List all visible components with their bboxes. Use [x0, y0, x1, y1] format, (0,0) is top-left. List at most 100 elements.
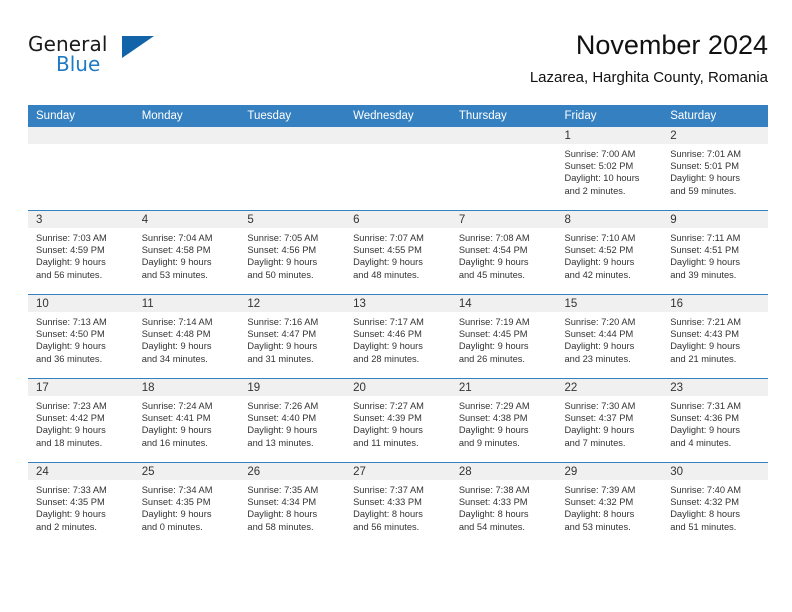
day-details: Sunrise: 7:34 AM Sunset: 4:35 PM Daylight:… [134, 480, 240, 533]
day-detail-daylight2: and 2 minutes. [564, 185, 626, 196]
weekday-header-row: Sunday Monday Tuesday Wednesday Thursday… [28, 105, 768, 127]
calendar-day-cell[interactable]: 9 Sunrise: 7:11 AM Sunset: 4:51 PM Daylight… [662, 210, 768, 295]
day-details: Sunrise: 7:17 AM Sunset: 4:46 PM Daylight:… [345, 312, 451, 365]
day-number: 28 [450, 463, 557, 480]
day-number: 10 [28, 295, 134, 312]
calendar-day-cell[interactable]: 4 Sunrise: 7:04 AM Sunset: 4:58 PM Daylight… [133, 210, 240, 295]
day-detail-daylight1: Daylight: 8 hours [670, 509, 740, 520]
day-detail-daylight1: Daylight: 9 hours [141, 425, 212, 436]
day-detail-sunrise: Sunrise: 7:07 AM [353, 233, 424, 243]
calendar-day-cell[interactable]: 6 Sunrise: 7:07 AM Sunset: 4:55 PM Daylight… [345, 210, 451, 295]
calendar-day-cell[interactable]: 23 Sunrise: 7:31 AM Sunset: 4:36 PM Dayligh… [662, 378, 768, 463]
day-number: 18 [133, 379, 240, 396]
day-number: 19 [239, 379, 346, 396]
day-details: Sunrise: 7:40 AM Sunset: 4:32 PM Daylight:… [662, 480, 768, 533]
calendar-week-row: 3 Sunrise: 7:03 AM Sunset: 4:59 PM Daylight… [28, 210, 768, 295]
day-detail-daylight1: Daylight: 9 hours [247, 341, 318, 352]
day-detail-sunrise: Sunrise: 7:30 AM [564, 401, 636, 411]
day-detail-sunrise: Sunrise: 7:11 AM [670, 233, 741, 243]
brand-name-blue: Blue [56, 52, 101, 76]
calendar-day-cell[interactable]: 13 Sunrise: 7:17 AM Sunset: 4:46 PM Dayligh… [345, 294, 451, 379]
day-detail-daylight2: and 50 minutes. [247, 269, 314, 280]
calendar-day-cell[interactable]: 12 Sunrise: 7:16 AM Sunset: 4:47 PM Dayligh… [239, 294, 346, 379]
day-detail-sunset: Sunset: 5:01 PM [670, 161, 739, 172]
calendar-day-cell[interactable]: 14 Sunrise: 7:19 AM Sunset: 4:45 PM Dayligh… [450, 294, 557, 379]
day-details: Sunrise: 7:30 AM Sunset: 4:37 PM Daylight:… [557, 396, 663, 449]
calendar-day-cell[interactable]: 19 Sunrise: 7:26 AM Sunset: 4:40 PM Dayligh… [239, 378, 346, 463]
calendar-day-cell[interactable]: 11 Sunrise: 7:14 AM Sunset: 4:48 PM Dayligh… [133, 294, 240, 379]
day-detail-daylight2: and 9 minutes. [458, 437, 520, 448]
calendar-day-cell[interactable]: 5 Sunrise: 7:05 AM Sunset: 4:56 PM Daylight… [239, 210, 346, 295]
day-detail-daylight2: and 51 minutes. [670, 521, 737, 532]
day-detail-daylight1: Daylight: 9 hours [458, 425, 529, 436]
day-detail-sunset: Sunset: 4:47 PM [247, 329, 317, 340]
day-detail-sunrise: Sunrise: 7:33 AM [36, 485, 107, 495]
calendar-day-cell[interactable]: 8 Sunrise: 7:10 AM Sunset: 4:52 PM Daylight… [556, 210, 663, 295]
calendar-day-cell[interactable]: 27 Sunrise: 7:37 AM Sunset: 4:33 PM Dayligh… [345, 462, 451, 546]
day-detail-sunrise: Sunrise: 7:10 AM [564, 233, 636, 243]
calendar-day-cell[interactable]: 26 Sunrise: 7:35 AM Sunset: 4:34 PM Dayligh… [239, 462, 346, 546]
day-details: Sunrise: 7:10 AM Sunset: 4:52 PM Daylight:… [557, 228, 663, 281]
day-details: Sunrise: 7:00 AM Sunset: 5:02 PM Daylight:… [557, 144, 663, 197]
day-details: Sunrise: 7:01 AM Sunset: 5:01 PM Daylight:… [662, 144, 768, 197]
day-detail-daylight1: Daylight: 9 hours [141, 341, 212, 352]
day-number: 29 [556, 463, 663, 480]
calendar-day-cell[interactable]: 22 Sunrise: 7:30 AM Sunset: 4:37 PM Dayligh… [556, 378, 663, 463]
calendar-day-cell[interactable]: 15 Sunrise: 7:20 AM Sunset: 4:44 PM Dayligh… [556, 294, 663, 379]
day-detail-sunrise: Sunrise: 7:27 AM [353, 401, 424, 411]
calendar-day-cell[interactable]: 24 Sunrise: 7:33 AM Sunset: 4:35 PM Dayligh… [28, 462, 134, 546]
triangle-logo-icon [122, 36, 154, 58]
calendar-day-cell[interactable]: 2 Sunrise: 7:01 AM Sunset: 5:01 PM Daylight… [662, 127, 768, 211]
calendar-day-cell[interactable]: 1 Sunrise: 7:00 AM Sunset: 5:02 PM Daylight… [556, 127, 663, 211]
page-header: General Blue November 2024 Lazarea, Harg… [28, 28, 768, 96]
day-detail-daylight1: Daylight: 9 hours [564, 341, 635, 352]
calendar-day-cell[interactable]: 10 Sunrise: 7:13 AM Sunset: 4:50 PM Dayligh… [28, 294, 134, 379]
day-detail-sunrise: Sunrise: 7:26 AM [247, 401, 319, 411]
day-detail-daylight2: and 54 minutes. [458, 521, 525, 532]
day-details: Sunrise: 7:20 AM Sunset: 4:44 PM Daylight:… [557, 312, 663, 365]
calendar-day-cell[interactable]: 20 Sunrise: 7:27 AM Sunset: 4:39 PM Dayligh… [345, 378, 451, 463]
calendar-day-cell[interactable]: 3 Sunrise: 7:03 AM Sunset: 4:59 PM Daylight… [28, 210, 134, 295]
page-title: November 2024 [575, 30, 768, 60]
calendar-day-cell[interactable]: 25 Sunrise: 7:34 AM Sunset: 4:35 PM Dayligh… [133, 462, 240, 546]
calendar-day-cell[interactable]: 28 Sunrise: 7:38 AM Sunset: 4:33 PM Dayligh… [450, 462, 557, 546]
day-detail-sunrise: Sunrise: 7:00 AM [564, 149, 636, 159]
day-detail-sunrise: Sunrise: 7:01 AM [670, 149, 742, 159]
day-number: 17 [28, 379, 134, 396]
day-detail-daylight2: and 16 minutes. [141, 437, 208, 448]
day-number [133, 127, 240, 144]
calendar-day-cell-empty [345, 127, 451, 211]
day-detail-daylight2: and 13 minutes. [247, 437, 314, 448]
brand-logo[interactable]: General Blue [28, 32, 158, 80]
day-details: Sunrise: 7:04 AM Sunset: 4:58 PM Daylight:… [134, 228, 240, 281]
day-detail-daylight1: Daylight: 9 hours [36, 341, 106, 352]
day-detail-sunrise: Sunrise: 7:21 AM [670, 317, 742, 327]
calendar-day-cell[interactable]: 7 Sunrise: 7:08 AM Sunset: 4:54 PM Daylight… [450, 210, 557, 295]
calendar-day-cell[interactable]: 29 Sunrise: 7:39 AM Sunset: 4:32 PM Dayligh… [556, 462, 663, 546]
day-detail-daylight2: and 56 minutes. [36, 269, 103, 280]
day-number [345, 127, 451, 144]
day-detail-sunrise: Sunrise: 7:31 AM [670, 401, 742, 411]
day-number: 7 [450, 211, 557, 228]
day-detail-daylight1: Daylight: 9 hours [458, 341, 529, 352]
calendar-day-cell[interactable]: 30 Sunrise: 7:40 AM Sunset: 4:32 PM Dayligh… [662, 462, 768, 546]
day-number: 6 [345, 211, 451, 228]
calendar-day-cell[interactable]: 21 Sunrise: 7:29 AM Sunset: 4:38 PM Dayligh… [450, 378, 557, 463]
calendar-day-cell[interactable]: 16 Sunrise: 7:21 AM Sunset: 4:43 PM Dayligh… [662, 294, 768, 379]
day-detail-daylight1: Daylight: 9 hours [36, 509, 106, 520]
day-detail-daylight1: Daylight: 9 hours [141, 257, 212, 268]
calendar-day-cell[interactable]: 18 Sunrise: 7:24 AM Sunset: 4:41 PM Dayligh… [133, 378, 240, 463]
day-detail-daylight2: and 56 minutes. [353, 521, 420, 532]
day-detail-sunset: Sunset: 4:32 PM [670, 497, 739, 508]
day-detail-sunrise: Sunrise: 7:03 AM [36, 233, 107, 243]
day-detail-daylight1: Daylight: 8 hours [458, 509, 529, 520]
day-detail-sunset: Sunset: 4:45 PM [458, 329, 528, 340]
calendar-body: 1 Sunrise: 7:00 AM Sunset: 5:02 PM Daylight… [28, 127, 768, 546]
day-detail-sunrise: Sunrise: 7:40 AM [670, 485, 742, 495]
day-details [345, 144, 451, 148]
day-details: Sunrise: 7:31 AM Sunset: 4:36 PM Daylight:… [662, 396, 768, 449]
calendar-day-cell[interactable]: 17 Sunrise: 7:23 AM Sunset: 4:42 PM Dayligh… [28, 378, 134, 463]
day-detail-daylight1: Daylight: 9 hours [670, 425, 740, 436]
day-detail-sunset: Sunset: 4:56 PM [247, 245, 317, 256]
day-detail-daylight2: and 0 minutes. [141, 521, 203, 532]
